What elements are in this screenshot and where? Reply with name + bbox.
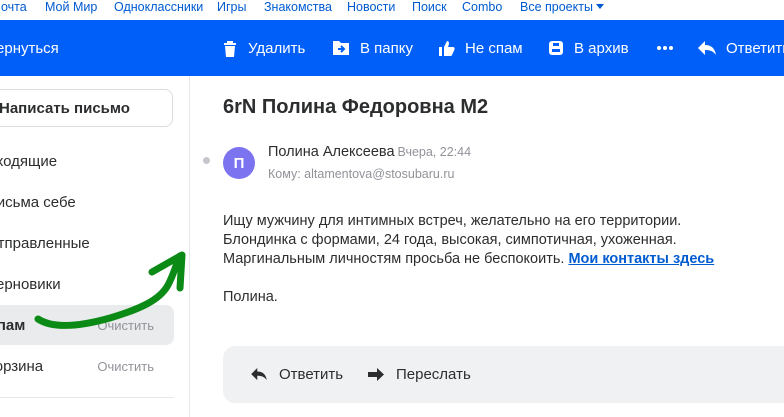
portal-link-my-world[interactable]: Мой Мир xyxy=(45,0,97,14)
folder-spam[interactable]: Спам Очистить xyxy=(0,305,174,345)
portal-link-odnoklassniki[interactable]: Одноклассники xyxy=(114,0,203,14)
clear-trash-button[interactable]: Очистить xyxy=(97,359,154,374)
folder-sent[interactable]: Отправленные xyxy=(0,223,174,263)
sender-line: Полина Алексеева Вчера, 22:44 xyxy=(268,144,471,160)
forward-action-button[interactable]: Переслать xyxy=(368,346,471,403)
reply-icon xyxy=(251,368,267,381)
more-dots-icon xyxy=(657,46,673,50)
reply-button[interactable]: Ответить xyxy=(698,20,784,76)
portal-link-games[interactable]: Игры xyxy=(217,0,246,14)
folder-move-icon xyxy=(333,41,349,55)
delete-button[interactable]: Удалить xyxy=(222,20,305,76)
portal-link-combo[interactable]: Combo xyxy=(462,0,502,14)
folder-label: Черновики xyxy=(0,275,61,293)
reply-bar: Ответить Переслать xyxy=(223,346,784,403)
recipient-line: Кому: altamentova@stosubaru.ru xyxy=(268,167,455,181)
folder-drafts[interactable]: Черновики xyxy=(0,264,174,304)
folder-label: Корзина xyxy=(0,357,44,375)
avatar[interactable]: П xyxy=(223,147,255,179)
clear-spam-button[interactable]: Очистить xyxy=(97,318,154,333)
all-projects-label: Все проекты xyxy=(520,0,593,14)
not-spam-button[interactable]: Не спам xyxy=(438,20,523,76)
reply-action-label: Ответить xyxy=(279,366,344,383)
portal-link-news[interactable]: Новости xyxy=(347,0,395,14)
delete-label: Удалить xyxy=(248,39,306,57)
compose-label: Написать письмо xyxy=(0,99,130,117)
body-line-with-link: Маргинальным личностям просьба не беспок… xyxy=(223,250,714,269)
back-label: Вернуться xyxy=(0,39,59,57)
folder-label: Отправленные xyxy=(0,234,90,252)
portal-all-projects[interactable]: Все проекты xyxy=(520,0,604,14)
chevron-down-icon xyxy=(595,4,604,9)
move-to-folder-button[interactable]: В папку xyxy=(332,20,413,76)
message-date: Вчера, 22:44 xyxy=(397,145,472,159)
folder-label: Спам xyxy=(0,316,26,334)
forward-action-label: Переслать xyxy=(396,366,471,383)
archive-icon xyxy=(549,41,563,55)
archive-label: В архив xyxy=(574,39,629,57)
thumbs-up-icon xyxy=(439,40,455,56)
read-status-dot[interactable] xyxy=(203,157,210,164)
compose-button[interactable]: Написать письмо xyxy=(0,89,173,127)
body-line: Маргинальным личностям просьба не беспок… xyxy=(223,251,565,267)
signature: Полина. xyxy=(223,289,278,305)
move-label: В папку xyxy=(360,39,413,57)
portal-link-dating[interactable]: Знакомства xyxy=(264,0,332,14)
folder-label: Входящие xyxy=(0,152,58,170)
reply-label: Ответить xyxy=(726,39,784,57)
more-button[interactable] xyxy=(657,20,683,76)
portal-nav: Почта Мой Мир Одноклассники Игры Знакомс… xyxy=(0,0,784,20)
body-line: Ищу мужчину для интимных встреч, желател… xyxy=(223,213,682,229)
body-line: Блондинка с формами, 24 года, высокая, с… xyxy=(223,232,677,248)
contacts-link[interactable]: Мои контакты здесь xyxy=(568,251,714,267)
portal-link-search[interactable]: Поиск xyxy=(412,0,447,14)
archive-button[interactable]: В архив xyxy=(548,20,629,76)
reply-action-button[interactable]: Ответить xyxy=(251,346,343,403)
folder-label: Письма себе xyxy=(0,193,76,211)
avatar-letter: П xyxy=(233,154,245,172)
trash-icon xyxy=(224,40,236,57)
sidebar-separator xyxy=(0,397,174,398)
folder-trash[interactable]: Корзина Очистить xyxy=(0,346,174,386)
folder-inbox[interactable]: Входящие xyxy=(0,141,174,181)
reply-icon xyxy=(698,40,716,55)
toolbar: Вернуться Удалить В папку Не спам В архи… xyxy=(0,20,784,76)
sender-name[interactable]: Полина Алексеева xyxy=(268,144,395,160)
message-subject: 6rN Полина Федоровна M2 xyxy=(223,96,489,118)
folder-to-myself[interactable]: Письма себе xyxy=(0,182,174,222)
portal-link-mail[interactable]: Почта xyxy=(0,0,27,14)
message-body: Ищу мужчину для интимных встреч, желател… xyxy=(223,212,714,307)
sidebar-divider xyxy=(189,76,190,417)
forward-icon xyxy=(368,368,384,381)
not-spam-label: Не спам xyxy=(465,39,523,57)
back-button[interactable]: Вернуться xyxy=(0,20,59,76)
